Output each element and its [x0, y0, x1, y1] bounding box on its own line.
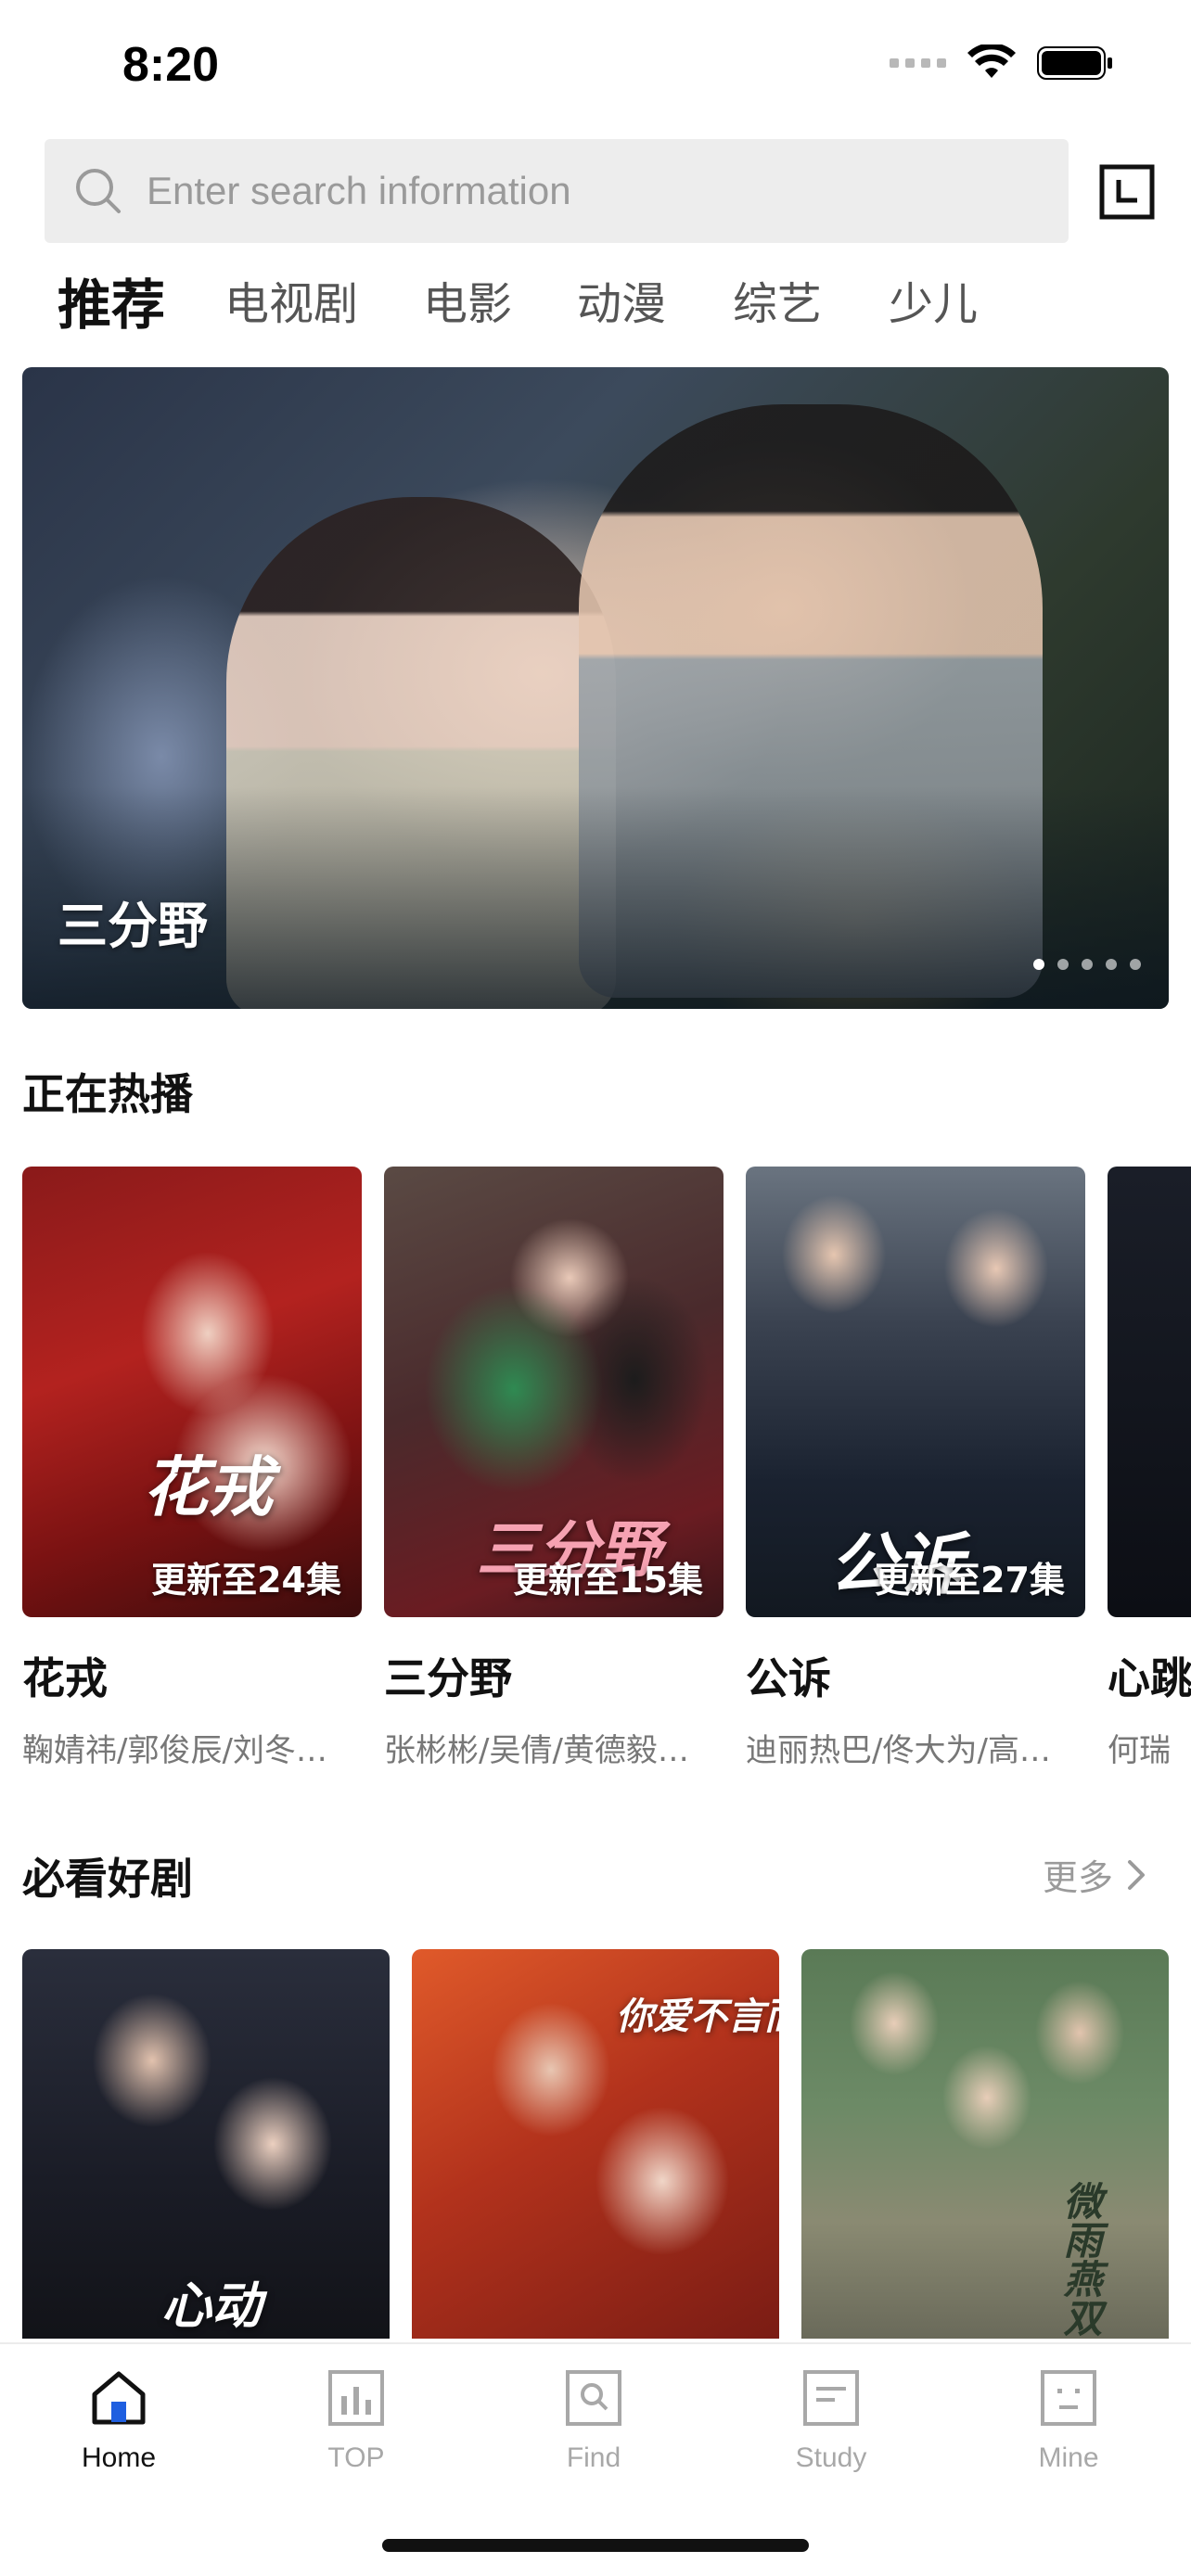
poster-art-title: 微雨燕双飞 [1057, 2181, 1103, 2339]
status-time: 8:20 [122, 38, 220, 92]
tab-kids[interactable]: 少儿 [889, 267, 978, 332]
card-title: 三分野 [384, 1653, 512, 1703]
section-title-now-playing: 正在热播 [22, 1069, 193, 1119]
category-tabs: 推荐 电视剧 电影 动漫 综艺 少儿 [0, 267, 1191, 351]
status-bar: 8:20 [0, 0, 1191, 130]
episode-badge: 更新至24集 [151, 1560, 341, 1600]
tab-study[interactable]: Study [738, 2368, 924, 2474]
search-icon [76, 169, 121, 213]
find-icon [566, 2370, 621, 2426]
tab-home[interactable]: Home [26, 2368, 211, 2474]
poster-art-title: 你爱不言而喻 [616, 1996, 779, 2038]
banner-dot[interactable] [1106, 959, 1117, 970]
tab-label: Mine [1038, 2442, 1099, 2473]
list-item[interactable]: 花戎 更新至24集 花戎 鞠婧祎/郭俊辰/刘冬… [22, 1167, 362, 1770]
hero-banner[interactable]: 三分野 [22, 367, 1169, 1009]
tab-tv-series[interactable]: 电视剧 [224, 267, 358, 332]
more-label: 更多 [1042, 1857, 1113, 1898]
tab-top[interactable]: TOP [263, 2368, 449, 2474]
wifi-icon [967, 45, 1016, 78]
card-title: 公诉 [746, 1653, 831, 1703]
battery-icon [1037, 46, 1112, 80]
mine-icon [1041, 2370, 1096, 2426]
tab-find[interactable]: Find [501, 2368, 686, 2474]
poster: 花戎 更新至24集 [22, 1167, 362, 1617]
section-title-must-watch: 必看好剧 [22, 1854, 193, 1904]
tab-mine[interactable]: Mine [976, 2368, 1161, 2474]
list-item[interactable]: 心跳 何瑞 [1108, 1167, 1191, 1770]
more-link[interactable]: 更多 [1043, 1849, 1146, 1900]
tab-recommend[interactable]: 推荐 [58, 261, 165, 339]
poster [1108, 1167, 1191, 1617]
tab-label: Home [81, 2442, 157, 2473]
poster-art-title: 心动 [161, 2276, 262, 2335]
tab-label: Find [566, 2442, 621, 2473]
status-icons [890, 45, 1113, 82]
home-indicator [382, 2539, 809, 2552]
card-cast: 张彬彬/吴倩/黄德毅… [384, 1732, 689, 1769]
card-title: 花戎 [22, 1653, 108, 1703]
list-item[interactable]: 微雨燕双飞 [801, 1949, 1169, 2339]
poster: 公诉 更新至27集 [746, 1167, 1085, 1617]
chart-icon [328, 2370, 384, 2426]
now-playing-list: 花戎 更新至24集 花戎 鞠婧祎/郭俊辰/刘冬… 三分野 更新至15集 三分野 … [22, 1167, 1191, 1779]
study-icon [803, 2370, 859, 2426]
banner-dot[interactable] [1130, 959, 1141, 970]
tab-label: Study [795, 2442, 867, 2473]
list-item[interactable]: 心动 [22, 1949, 390, 2339]
banner-title: 三分野 [58, 897, 208, 955]
poster-art-title: 花戎 [143, 1449, 273, 1525]
banner-dot[interactable] [1057, 959, 1069, 970]
home-icon [92, 2371, 146, 2425]
tab-anime[interactable]: 动漫 [577, 267, 666, 332]
poster: 三分野 更新至15集 [384, 1167, 724, 1617]
search-input[interactable]: Enter search information [45, 139, 1069, 243]
card-cast: 鞠婧祎/郭俊辰/刘冬… [22, 1732, 327, 1769]
episode-badge: 更新至15集 [513, 1560, 703, 1600]
episode-badge: 更新至27集 [875, 1560, 1065, 1600]
card-cast: 迪丽热巴/佟大为/高… [746, 1732, 1051, 1769]
banner-dot[interactable] [1082, 959, 1093, 970]
must-watch-list: 心动 你爱不言而喻 微雨燕双飞 [22, 1949, 1169, 2339]
chevron-right-icon [1128, 1859, 1145, 1890]
tab-label: TOP [327, 2442, 385, 2473]
card-title: 心跳 [1108, 1653, 1191, 1703]
list-item[interactable]: 你爱不言而喻 [412, 1949, 779, 2339]
tab-variety[interactable]: 综艺 [733, 267, 822, 332]
card-cast: 何瑞 [1108, 1732, 1171, 1769]
cellular-signal-icon [890, 58, 946, 68]
tab-movies[interactable]: 电影 [423, 267, 512, 332]
list-item[interactable]: 公诉 更新至27集 公诉 迪丽热巴/佟大为/高… [746, 1167, 1085, 1770]
list-item[interactable]: 三分野 更新至15集 三分野 张彬彬/吴倩/黄德毅… [384, 1167, 724, 1770]
history-icon[interactable] [1098, 163, 1156, 221]
banner-dot[interactable] [1033, 959, 1044, 970]
banner-pagination[interactable] [1033, 959, 1141, 970]
search-placeholder: Enter search information [147, 169, 571, 212]
